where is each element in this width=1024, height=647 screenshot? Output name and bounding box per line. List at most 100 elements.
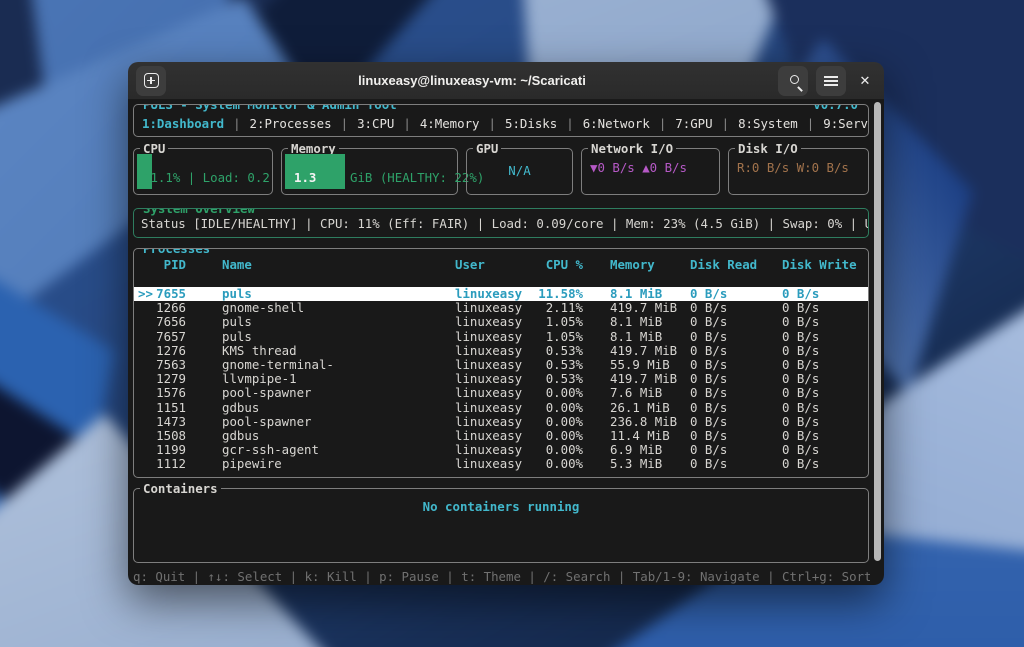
cell-memory: 8.1 MiB — [583, 315, 690, 329]
cell-cpu: 0.00% — [527, 401, 583, 415]
terminal-window: linuxeasy@linuxeasy-vm: ~/Scaricati ✕ PU… — [128, 62, 884, 585]
tab-3-cpu[interactable]: 3:CPU — [357, 116, 394, 131]
containers-panel: Containers No containers running — [133, 488, 869, 563]
tab-5-disks[interactable]: 5:Disks — [505, 116, 557, 131]
process-row[interactable]: 1199gcr-ssh-agentlinuxeasy0.00%6.9 MiB0 … — [134, 443, 868, 457]
keybinding-status-bar: q: Quit | ↑↓: Select | k: Kill | p: Paus… — [133, 569, 870, 584]
cell-name: gnome-terminal- — [222, 358, 455, 372]
col-cpu[interactable]: CPU % — [527, 258, 583, 272]
col-memory[interactable]: Memory — [583, 258, 690, 272]
cell-user: linuxeasy — [455, 401, 527, 415]
process-row[interactable]: 7656pulslinuxeasy1.05%8.1 MiB0 B/s0 B/s — [134, 315, 868, 329]
terminal-scrollbar[interactable] — [874, 102, 881, 561]
selected-row-arrow: >> — [138, 287, 153, 301]
process-row[interactable]: 1112pipewirelinuxeasy0.00%5.3 MiB0 B/s0 … — [134, 457, 868, 471]
new-tab-button[interactable] — [136, 66, 166, 96]
tab-9-services[interactable]: 9:Services — [823, 116, 869, 131]
cell-cpu: 0.53% — [527, 358, 583, 372]
col-user[interactable]: User — [455, 258, 527, 272]
tab-separator: | — [659, 116, 666, 131]
app-title: PULS - System Monitor & Admin Tool — [140, 104, 400, 112]
cell-disk-read: 0 B/s — [690, 330, 782, 344]
tab-6-network[interactable]: 6:Network — [583, 116, 650, 131]
col-pid[interactable]: PID — [141, 258, 222, 272]
close-button[interactable]: ✕ — [854, 66, 876, 96]
col-disk-read[interactable]: Disk Read — [690, 258, 782, 272]
cell-pid: 7657 — [141, 330, 222, 344]
cell-pid: 1151 — [141, 401, 222, 415]
cell-memory: 419.7 MiB — [583, 372, 690, 386]
cell-disk-read: 0 B/s — [690, 401, 782, 415]
cell-user: linuxeasy — [455, 372, 527, 386]
cell-name: KMS thread — [222, 344, 455, 358]
process-row[interactable]: 1276KMS threadlinuxeasy0.53%419.7 MiB0 B… — [134, 344, 868, 358]
cell-memory: 5.3 MiB — [583, 457, 690, 471]
tab-bar: 1:Dashboard | 2:Processes | 3:CPU | 4:Memory | 5… — [142, 113, 868, 133]
cell-user: linuxeasy — [455, 358, 527, 372]
cell-cpu: 2.11% — [527, 301, 583, 315]
network-io-label: ▼0 B/s ▲0 B/s — [590, 160, 687, 175]
cell-name: gcr-ssh-agent — [222, 443, 455, 457]
tab-separator: | — [566, 116, 573, 131]
cell-memory: 11.4 MiB — [583, 429, 690, 443]
cell-disk-read: 0 B/s — [690, 358, 782, 372]
cell-disk-read: 0 B/s — [690, 315, 782, 329]
search-button[interactable] — [778, 66, 808, 96]
tab-1-dashboard[interactable]: 1:Dashboard — [142, 116, 224, 131]
tab-7-gpu[interactable]: 7:GPU — [675, 116, 712, 131]
disk-panel-title: Disk I/O — [735, 141, 801, 156]
tab-8-system[interactable]: 8:System — [738, 116, 798, 131]
cell-memory: 8.1 MiB — [583, 330, 690, 344]
memory-usage-label: GiB (HEALTHY: 22%) — [350, 170, 484, 185]
system-overview-panel: System Overview Status [IDLE/HEALTHY] | … — [133, 208, 869, 238]
process-row[interactable]: 1473pool-spawnerlinuxeasy0.00%236.8 MiB0… — [134, 415, 868, 429]
network-panel-title: Network I/O — [588, 141, 676, 156]
app-header-panel: PULS - System Monitor & Admin Tool v0.7.… — [133, 104, 869, 137]
cell-cpu: 0.53% — [527, 372, 583, 386]
cell-pid: 7655 — [141, 287, 222, 301]
tab-4-memory[interactable]: 4:Memory — [420, 116, 480, 131]
process-row[interactable]: 1576pool-spawnerlinuxeasy0.00%7.6 MiB0 B… — [134, 386, 868, 400]
cell-name: gdbus — [222, 401, 455, 415]
cell-name: gnome-shell — [222, 301, 455, 315]
cell-memory: 55.9 MiB — [583, 358, 690, 372]
menu-button[interactable] — [816, 66, 846, 96]
process-row[interactable]: 7563gnome-terminal-linuxeasy0.53%55.9 Mi… — [134, 358, 868, 372]
search-icon — [790, 75, 799, 84]
cell-disk-read: 0 B/s — [690, 344, 782, 358]
cell-cpu: 0.00% — [527, 457, 583, 471]
cell-pid: 1276 — [141, 344, 222, 358]
cell-pid: 1266 — [141, 301, 222, 315]
process-row[interactable]: 1151gdbuslinuxeasy0.00%26.1 MiB0 B/s0 B/… — [134, 401, 868, 415]
process-row[interactable]: 1508gdbuslinuxeasy0.00%11.4 MiB0 B/s0 B/… — [134, 429, 868, 443]
cell-pid: 7563 — [141, 358, 222, 372]
process-row[interactable]: 7657pulslinuxeasy1.05%8.1 MiB0 B/s0 B/s — [134, 330, 868, 344]
col-name[interactable]: Name — [222, 258, 455, 272]
cell-disk-write: 0 B/s — [782, 429, 868, 443]
cell-disk-read: 0 B/s — [690, 287, 782, 301]
cell-pid: 1112 — [141, 457, 222, 471]
cell-disk-write: 0 B/s — [782, 386, 868, 400]
cell-user: linuxeasy — [455, 386, 527, 400]
cell-disk-read: 0 B/s — [690, 457, 782, 471]
process-row[interactable]: 1266gnome-shelllinuxeasy2.11%419.7 MiB0 … — [134, 301, 868, 315]
cell-pid: 1279 — [141, 372, 222, 386]
cell-memory: 8.1 MiB — [583, 287, 690, 301]
disk-io-label: R:0 B/s W:0 B/s — [737, 160, 849, 175]
metrics-row: CPU 11.1% | Load: 0.2 Memory 1.3 GiB (HE… — [133, 148, 869, 195]
col-disk-write[interactable]: Disk Write — [782, 258, 868, 272]
tab-separator: | — [341, 116, 348, 131]
hamburger-menu-icon — [824, 76, 838, 86]
tab-2-processes[interactable]: 2:Processes — [250, 116, 332, 131]
cell-disk-write: 0 B/s — [782, 287, 868, 301]
system-overview-text: Status [IDLE/HEALTHY] | CPU: 11% (Eff: F… — [141, 216, 869, 231]
gpu-panel: GPU N/A — [466, 148, 573, 195]
tab-separator: | — [489, 116, 496, 131]
cell-name: puls — [222, 287, 455, 301]
cell-pid: 1508 — [141, 429, 222, 443]
process-row[interactable]: 1279llvmpipe-1linuxeasy0.53%419.7 MiB0 B… — [134, 372, 868, 386]
cell-memory: 419.7 MiB — [583, 344, 690, 358]
cell-disk-write: 0 B/s — [782, 372, 868, 386]
process-row[interactable]: >>7655pulslinuxeasy11.58%8.1 MiB0 B/s0 B… — [134, 287, 868, 301]
cell-cpu: 11.58% — [527, 287, 583, 301]
